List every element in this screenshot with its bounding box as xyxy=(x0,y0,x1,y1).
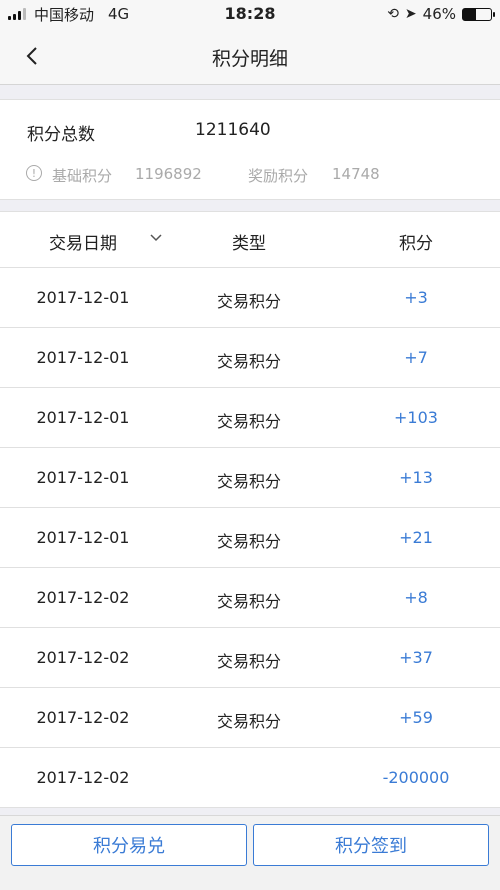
row-points: +13 xyxy=(399,468,433,487)
status-bar: 中国移动 4G 18:28 ⟲ ➤ 46% xyxy=(0,0,500,28)
bottom-action-bar: 积分易兑 积分签到 xyxy=(0,815,500,890)
row-points: +21 xyxy=(399,528,433,547)
row-points: +103 xyxy=(394,408,438,427)
row-date: 2017-12-01 xyxy=(36,468,130,487)
total-points-label: 积分总数 xyxy=(27,125,95,145)
nav-bar: 积分明细 xyxy=(0,28,500,85)
table-header: 交易日期 类型 积分 xyxy=(0,212,500,268)
points-table: 交易日期 类型 积分 2017-12-01 交易积分 +3 2017-12-01… xyxy=(0,211,500,808)
base-points-value: 1196892 xyxy=(135,165,202,183)
row-points: +7 xyxy=(404,348,428,367)
row-date: 2017-12-01 xyxy=(36,288,130,307)
bonus-points-label: 奖励积分 xyxy=(248,167,309,185)
points-signin-button[interactable]: 积分签到 xyxy=(253,824,489,866)
row-date: 2017-12-01 xyxy=(36,528,130,547)
row-points: -200000 xyxy=(382,768,450,787)
row-date: 2017-12-01 xyxy=(36,348,130,367)
base-points-label: 基础积分 xyxy=(52,167,113,185)
row-points: +3 xyxy=(404,288,428,307)
row-points: +8 xyxy=(404,588,428,607)
table-row: 2017-12-02 交易积分 +8 xyxy=(0,568,500,628)
row-date: 2017-12-02 xyxy=(36,588,130,607)
battery-icon xyxy=(462,7,495,21)
battery-percent: 46% xyxy=(422,5,456,23)
row-type: 交易积分 xyxy=(216,712,281,731)
info-icon[interactable]: ! xyxy=(26,165,42,181)
table-row: 2017-12-01 交易积分 +21 xyxy=(0,508,500,568)
chevron-down-icon xyxy=(150,231,162,245)
table-row: 2017-12-02 -200000 xyxy=(0,748,500,808)
location-arrow-icon: ➤ xyxy=(404,6,417,22)
battery-level xyxy=(463,8,476,20)
row-date: 2017-12-02 xyxy=(36,768,130,787)
type-column-header: 类型 xyxy=(232,234,266,254)
row-date: 2017-12-01 xyxy=(36,408,130,427)
table-row: 2017-12-01 交易积分 +7 xyxy=(0,328,500,388)
row-type: 交易积分 xyxy=(216,412,281,431)
table-row: 2017-12-01 交易积分 +13 xyxy=(0,448,500,508)
points-column-header: 积分 xyxy=(399,234,433,254)
table-row: 2017-12-01 交易积分 +3 xyxy=(0,268,500,328)
row-type: 交易积分 xyxy=(216,472,281,491)
status-right: ⟲ ➤ 46% xyxy=(387,4,495,24)
table-row: 2017-12-01 交易积分 +103 xyxy=(0,388,500,448)
page-title: 积分明细 xyxy=(211,48,288,70)
row-type: 交易积分 xyxy=(216,592,281,611)
rotation-lock-icon: ⟲ xyxy=(387,6,399,22)
points-summary: 积分总数 1211640 ! 基础积分 1196892 奖励积分 14748 xyxy=(0,99,500,200)
bonus-points-value: 14748 xyxy=(332,165,380,183)
row-type: 交易积分 xyxy=(216,292,281,311)
points-exchange-button[interactable]: 积分易兑 xyxy=(11,824,247,866)
date-column-header[interactable]: 交易日期 xyxy=(0,229,166,254)
row-type: 交易积分 xyxy=(216,352,281,371)
row-type: 交易积分 xyxy=(216,532,281,551)
row-date: 2017-12-02 xyxy=(36,708,130,727)
total-points-value: 1211640 xyxy=(195,120,271,140)
row-points: +37 xyxy=(399,648,433,667)
date-header-label: 交易日期 xyxy=(49,234,117,254)
table-row: 2017-12-02 交易积分 +59 xyxy=(0,688,500,748)
table-row: 2017-12-02 交易积分 +37 xyxy=(0,628,500,688)
row-points: +59 xyxy=(399,708,433,727)
row-type: 交易积分 xyxy=(216,652,281,671)
row-date: 2017-12-02 xyxy=(36,648,130,667)
